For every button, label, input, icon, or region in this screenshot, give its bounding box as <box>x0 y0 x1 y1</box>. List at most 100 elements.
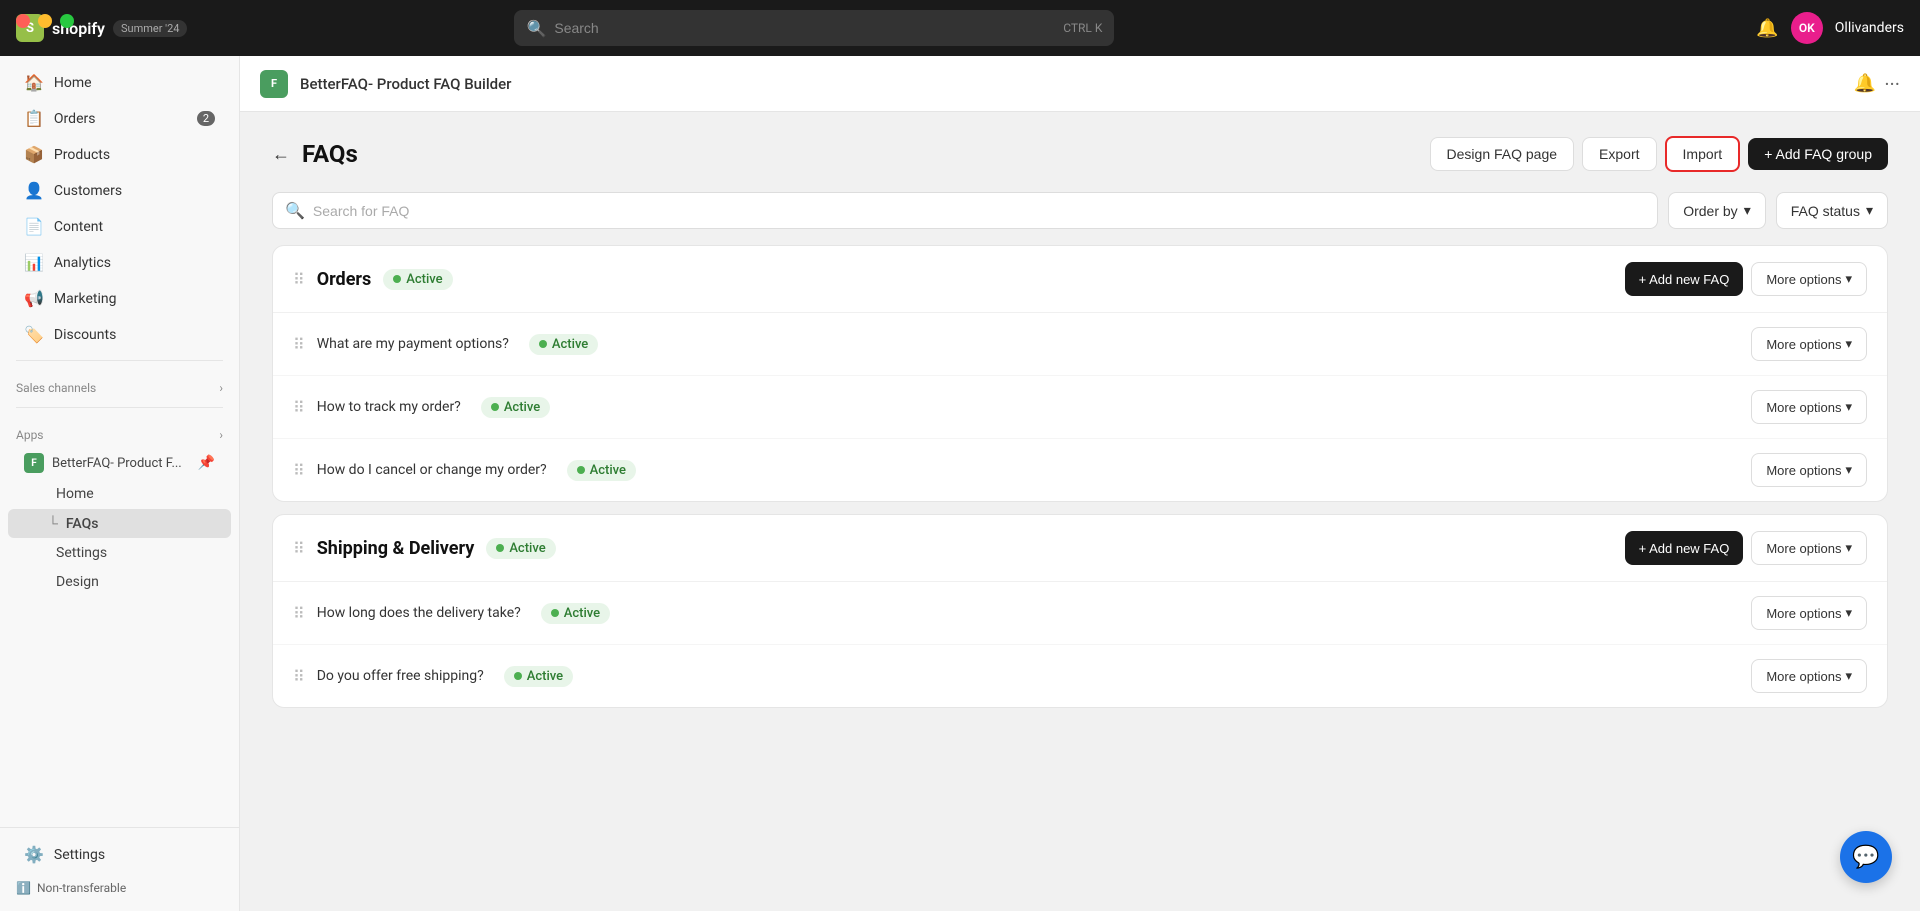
faq-group-shipping-header: ⠿ Shipping & Delivery Active + Add new F… <box>273 515 1887 582</box>
sidebar-item-label: Discounts <box>54 327 116 343</box>
more-options-label: More options <box>1766 337 1841 352</box>
drag-handle-icon[interactable]: ⠿ <box>293 667 305 686</box>
group-title: Orders <box>317 269 372 290</box>
settings-icon: ⚙️ <box>24 845 44 864</box>
expand-icon[interactable]: › <box>219 381 223 395</box>
app-bell-icon[interactable]: 🔔 <box>1854 73 1876 94</box>
sidebar-item-settings[interactable]: ⚙️ Settings <box>8 837 231 872</box>
chat-button[interactable]: 💬 <box>1840 831 1892 883</box>
faq-question: How to track my order? <box>317 399 461 415</box>
sidebar-item-home[interactable]: 🏠 Home <box>8 65 231 100</box>
sidebar-sub-item-app-settings[interactable]: Settings <box>8 539 231 567</box>
app-design-label: Design <box>56 574 99 590</box>
status-badge: Active <box>504 666 573 687</box>
back-arrow[interactable]: ← <box>272 144 290 165</box>
sidebar-item-orders[interactable]: 📋 Orders 2 <box>8 101 231 136</box>
faq-group-orders: ⠿ Orders Active + Add new FAQ More optio… <box>272 245 1888 502</box>
chat-icon: 💬 <box>1852 845 1879 870</box>
app-faqs-label: FAQs <box>66 516 99 532</box>
filter-bar: 🔍 Order by ▾ FAQ status ▾ <box>272 192 1888 229</box>
sidebar-item-marketing[interactable]: 📢 Marketing <box>8 281 231 316</box>
faq-item: ⠿ How long does the delivery take? Activ… <box>273 582 1887 645</box>
sidebar-item-label: Content <box>54 219 103 235</box>
search-bar[interactable]: 🔍 CTRL K <box>514 10 1114 46</box>
faq-question: How long does the delivery take? <box>317 605 521 621</box>
more-options-button-faq-3[interactable]: More options ▾ <box>1751 453 1867 487</box>
drag-handle-icon[interactable]: ⠿ <box>293 335 305 354</box>
topbar: S shopify Summer '24 🔍 CTRL K 🔔 OK Olliv… <box>0 0 1920 56</box>
more-options-button-shipping[interactable]: More options ▾ <box>1751 531 1867 565</box>
app-betterfaq[interactable]: F BetterFAQ- Product F... 📌 <box>8 447 231 479</box>
more-options-label: More options <box>1766 669 1841 684</box>
more-options-button-faq-2[interactable]: More options ▾ <box>1751 390 1867 424</box>
sidebar: 🏠 Home 📋 Orders 2 📦 Products 👤 Customers… <box>0 56 240 911</box>
content-area: ← FAQs Design FAQ page Export Import + A… <box>240 112 1920 911</box>
app-settings-label: Settings <box>56 545 107 561</box>
sidebar-item-analytics[interactable]: 📊 Analytics <box>8 245 231 280</box>
add-new-faq-button-shipping[interactable]: + Add new FAQ <box>1625 531 1744 565</box>
group-actions: + Add new FAQ More options ▾ <box>1625 262 1867 296</box>
drag-handle-icon[interactable]: ⠿ <box>293 398 305 417</box>
sidebar-item-customers[interactable]: 👤 Customers <box>8 173 231 208</box>
status-dot <box>551 609 559 617</box>
faq-search-input[interactable] <box>313 203 1645 219</box>
more-options-label: More options <box>1766 400 1841 415</box>
minimize-button[interactable] <box>38 14 52 28</box>
status-label: Active <box>552 337 588 352</box>
sidebar-item-products[interactable]: 📦 Products <box>8 137 231 172</box>
faq-item-actions: More options ▾ <box>1751 453 1867 487</box>
app-more-icon[interactable]: ··· <box>1884 72 1900 96</box>
orders-icon: 📋 <box>24 109 44 128</box>
faq-question: How do I cancel or change my order? <box>317 462 547 478</box>
summer-badge: Summer '24 <box>113 20 187 37</box>
more-options-button-faq-1[interactable]: More options ▾ <box>1751 327 1867 361</box>
faq-status-button[interactable]: FAQ status ▾ <box>1776 192 1888 229</box>
export-button[interactable]: Export <box>1582 137 1656 171</box>
notification-bell-icon[interactable]: 🔔 <box>1756 18 1778 39</box>
status-badge: Active <box>383 269 452 290</box>
expand-icon[interactable]: › <box>219 428 223 442</box>
sidebar-sub-item-app-home[interactable]: Home <box>8 480 231 508</box>
more-options-button-orders[interactable]: More options ▾ <box>1751 262 1867 296</box>
search-input[interactable] <box>554 20 1055 36</box>
page-header: ← FAQs Design FAQ page Export Import + A… <box>272 136 1888 172</box>
status-label: Active <box>590 463 626 478</box>
sidebar-sub-item-app-design[interactable]: Design <box>8 568 231 596</box>
faq-item-actions: More options ▾ <box>1751 327 1867 361</box>
order-by-button[interactable]: Order by ▾ <box>1668 192 1766 229</box>
more-options-label: More options <box>1766 463 1841 478</box>
status-dot <box>496 544 504 552</box>
chevron-down-icon: ▾ <box>1845 399 1852 415</box>
search-icon: 🔍 <box>285 201 305 220</box>
home-icon: 🏠 <box>24 73 44 92</box>
drag-handle-icon[interactable]: ⠿ <box>293 604 305 623</box>
faq-group-orders-header: ⠿ Orders Active + Add new FAQ More optio… <box>273 246 1887 313</box>
sidebar-item-discounts[interactable]: 🏷️ Discounts <box>8 317 231 352</box>
status-dot <box>577 466 585 474</box>
more-options-button-shipping-faq-1[interactable]: More options ▾ <box>1751 596 1867 630</box>
design-faq-page-button[interactable]: Design FAQ page <box>1430 137 1575 171</box>
faq-search-box[interactable]: 🔍 <box>272 192 1658 229</box>
drag-handle-icon[interactable]: ⠿ <box>293 539 305 558</box>
page-title: FAQs <box>302 140 358 168</box>
maximize-button[interactable] <box>60 14 74 28</box>
analytics-icon: 📊 <box>24 253 44 272</box>
faq-item-actions: More options ▾ <box>1751 390 1867 424</box>
page-actions: Design FAQ page Export Import + Add FAQ … <box>1430 136 1888 172</box>
import-button[interactable]: Import <box>1665 136 1741 172</box>
more-options-button-shipping-faq-2[interactable]: More options ▾ <box>1751 659 1867 693</box>
drag-handle-icon[interactable]: ⠿ <box>293 270 305 289</box>
add-faq-group-button[interactable]: + Add FAQ group <box>1748 138 1888 170</box>
status-label: Active <box>509 541 545 556</box>
more-options-label: More options <box>1766 272 1841 287</box>
sidebar-item-content[interactable]: 📄 Content <box>8 209 231 244</box>
discounts-icon: 🏷️ <box>24 325 44 344</box>
close-button[interactable] <box>16 14 30 28</box>
page-title-row: ← FAQs <box>272 140 358 168</box>
chevron-down-icon: ▾ <box>1845 336 1852 352</box>
pin-icon: 📌 <box>198 455 215 471</box>
drag-handle-icon[interactable]: ⠿ <box>293 461 305 480</box>
add-new-faq-button-orders[interactable]: + Add new FAQ <box>1625 262 1744 296</box>
status-badge: Active <box>567 460 636 481</box>
sidebar-sub-item-app-faqs[interactable]: └ FAQs <box>8 509 231 538</box>
